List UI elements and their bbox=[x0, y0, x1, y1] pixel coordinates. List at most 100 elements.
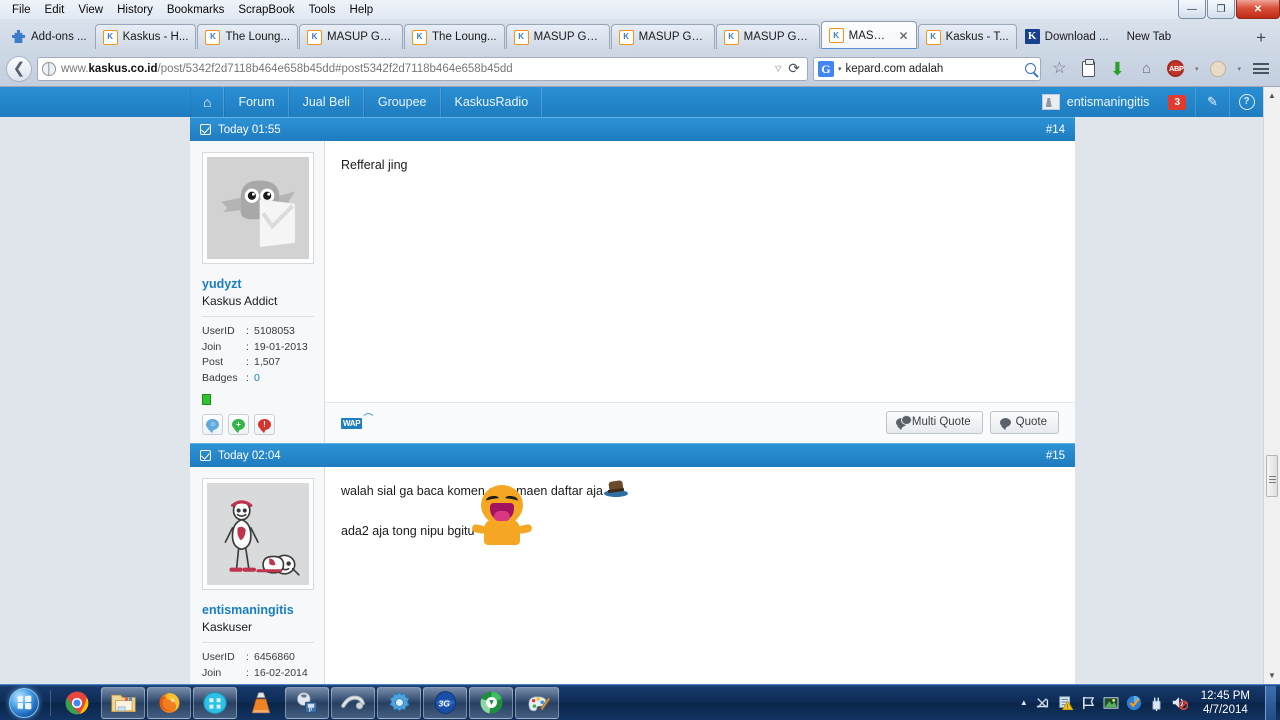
adblock-chevron-icon[interactable]: ▾ bbox=[1195, 65, 1199, 73]
tab-masup-ga-2[interactable]: K MASUP GA... bbox=[505, 24, 610, 49]
nav-jual-beli[interactable]: Jual Beli bbox=[288, 87, 364, 117]
antivirus-icon[interactable] bbox=[1126, 695, 1142, 711]
avatar[interactable] bbox=[202, 152, 314, 264]
tab-the-lounge-2[interactable]: K The Loung... bbox=[404, 24, 505, 49]
search-icon[interactable] bbox=[1024, 63, 1036, 74]
post-author[interactable]: yudyzt bbox=[202, 277, 314, 291]
page-scrollbar[interactable]: ▲ ▼ bbox=[1263, 87, 1280, 684]
minimize-button[interactable]: — bbox=[1178, 0, 1206, 19]
add-reputation-icon[interactable]: + bbox=[228, 414, 249, 435]
greasemonkey-chevron-icon[interactable]: ▾ bbox=[1237, 65, 1241, 73]
clock[interactable]: 12:45 PM 4/7/2014 bbox=[1195, 689, 1258, 717]
profile-bubble-icon[interactable]: ☺ bbox=[202, 414, 223, 435]
screen: File Edit View History Bookmarks ScrapBo… bbox=[0, 0, 1280, 720]
checkbox-icon[interactable] bbox=[200, 124, 211, 135]
search-bar[interactable]: G ▾ kepard.com adalah bbox=[812, 56, 1041, 81]
windows-explorer-icon[interactable] bbox=[101, 686, 145, 719]
post-text: walah sial ga baca komen ane, maen dafta… bbox=[341, 484, 603, 498]
downloads-icon[interactable]: ⬇ bbox=[1108, 59, 1127, 78]
star-icon[interactable]: ☆ bbox=[1050, 59, 1069, 78]
idm-downloader-icon[interactable] bbox=[469, 686, 513, 719]
search-input[interactable]: kepard.com adalah bbox=[845, 63, 1020, 75]
flag-icon[interactable] bbox=[1081, 696, 1096, 710]
menu-file[interactable]: File bbox=[6, 1, 37, 19]
user-menu[interactable]: entismaningitis bbox=[1032, 87, 1160, 117]
printer-icon[interactable]: P bbox=[285, 686, 329, 719]
scroll-down-arrow-icon[interactable]: ▼ bbox=[1264, 667, 1280, 684]
stat-row: Join : 16-02-2014 bbox=[202, 666, 314, 682]
internet-download-manager-icon[interactable] bbox=[193, 686, 237, 719]
new-tab-button[interactable]: New Tab bbox=[1117, 24, 1182, 49]
vlc-media-player-icon[interactable] bbox=[239, 687, 283, 719]
search-engine-chevron-icon[interactable]: ▾ bbox=[838, 65, 842, 73]
show-hidden-icons-arrow-icon[interactable]: ▲ bbox=[1020, 698, 1028, 707]
tab-addons[interactable]: Add-ons ... bbox=[4, 24, 94, 49]
post-number[interactable]: #15 bbox=[1046, 450, 1065, 462]
stat-sep: : bbox=[246, 666, 249, 679]
menu-view[interactable]: View bbox=[72, 1, 109, 19]
tab-label: Add-ons ... bbox=[31, 30, 87, 43]
action-center-warning-icon[interactable]: ! bbox=[1058, 695, 1074, 710]
report-post-icon[interactable]: ! bbox=[254, 414, 275, 435]
checkbox-icon[interactable] bbox=[200, 450, 211, 461]
scrollbar-thumb[interactable] bbox=[1266, 455, 1278, 497]
post-author[interactable]: entismaningitis bbox=[202, 603, 314, 617]
address-bar[interactable]: www.kaskus.co.id/post/5342f2d7118b464e65… bbox=[37, 56, 808, 81]
home-icon[interactable]: ⌂ bbox=[1137, 59, 1156, 78]
reading-list-icon[interactable] bbox=[1079, 58, 1098, 78]
google-chrome-icon[interactable] bbox=[55, 687, 99, 719]
stat-sep: : bbox=[246, 325, 249, 337]
tab-the-lounge-1[interactable]: K The Loung... bbox=[197, 24, 299, 49]
tab-close-icon[interactable]: ✕ bbox=[896, 29, 909, 43]
menu-tools[interactable]: Tools bbox=[303, 1, 342, 19]
display-icon[interactable] bbox=[1103, 696, 1119, 710]
greasemonkey-icon[interactable] bbox=[1208, 59, 1227, 78]
multi-quote-button[interactable]: Multi Quote bbox=[885, 411, 983, 434]
scroll-up-arrow-icon[interactable]: ▲ bbox=[1264, 87, 1280, 104]
tab-kaskus-t[interactable]: K Kaskus - T... bbox=[917, 24, 1017, 49]
adblock-plus-icon[interactable]: ABP bbox=[1166, 59, 1185, 78]
tab-masup-active[interactable]: K MASUP... ✕ bbox=[820, 21, 917, 49]
nav-groupee[interactable]: Groupee bbox=[363, 87, 441, 117]
menu-scrapbook[interactable]: ScrapBook bbox=[232, 1, 300, 19]
nav-forum[interactable]: Forum bbox=[224, 87, 289, 117]
post-number[interactable]: #14 bbox=[1046, 124, 1065, 136]
settings-gear-icon[interactable] bbox=[377, 686, 421, 719]
back-button[interactable]: ❮ bbox=[6, 55, 32, 82]
tab-masup-ga-3[interactable]: K MASUP GA... bbox=[610, 24, 715, 49]
add-tab-icon[interactable]: + bbox=[1256, 27, 1266, 49]
menu-hamburger-icon[interactable] bbox=[1251, 59, 1270, 78]
restore-button[interactable]: ❐ bbox=[1207, 0, 1235, 19]
tab-masup-ga-4[interactable]: K MASUP GA... bbox=[715, 24, 820, 49]
notification-badge[interactable]: 3 bbox=[1168, 94, 1186, 110]
quote-button[interactable]: Quote bbox=[989, 411, 1059, 434]
close-button[interactable]: ✕ bbox=[1236, 0, 1280, 19]
menu-bookmarks[interactable]: Bookmarks bbox=[161, 1, 231, 19]
avatar[interactable] bbox=[202, 478, 314, 590]
menu-edit[interactable]: Edit bbox=[39, 1, 71, 19]
paint-icon[interactable] bbox=[515, 686, 559, 719]
help-icon[interactable]: ? bbox=[1229, 87, 1263, 117]
compose-icon[interactable]: ✎ bbox=[1195, 87, 1229, 117]
reload-icon[interactable]: ⟳ bbox=[788, 60, 800, 77]
network-disconnected-icon[interactable] bbox=[1035, 696, 1051, 710]
wap-icon[interactable]: WAP ⌒ bbox=[341, 415, 373, 429]
nav-kaskusradio[interactable]: KaskusRadio bbox=[440, 87, 543, 117]
post-main: Refferal jing WAP ⌒ Multi Quote Quote bbox=[325, 141, 1075, 443]
menu-help[interactable]: Help bbox=[344, 1, 380, 19]
tab-masup-ga-1[interactable]: K MASUP GA... bbox=[299, 24, 404, 49]
safely-remove-hardware-icon[interactable] bbox=[1149, 695, 1164, 711]
chevron-down-icon[interactable]: ▽ bbox=[775, 64, 781, 73]
show-desktop-button[interactable] bbox=[1265, 685, 1276, 720]
camera-scanner-icon[interactable] bbox=[331, 686, 375, 719]
menu-history[interactable]: History bbox=[111, 1, 159, 19]
tab-download[interactable]: K Download ... bbox=[1018, 24, 1116, 49]
mozilla-firefox-icon[interactable] bbox=[147, 686, 191, 719]
nav-home-icon[interactable]: ⌂ bbox=[190, 87, 225, 117]
stat-value[interactable]: 0 bbox=[254, 371, 260, 387]
3g-modem-icon[interactable]: 3G bbox=[423, 686, 467, 719]
start-button[interactable] bbox=[0, 686, 48, 720]
google-search-icon[interactable]: G bbox=[817, 60, 834, 77]
volume-muted-icon[interactable] bbox=[1171, 695, 1188, 710]
tab-kaskus-h[interactable]: K Kaskus - H... bbox=[94, 24, 197, 49]
